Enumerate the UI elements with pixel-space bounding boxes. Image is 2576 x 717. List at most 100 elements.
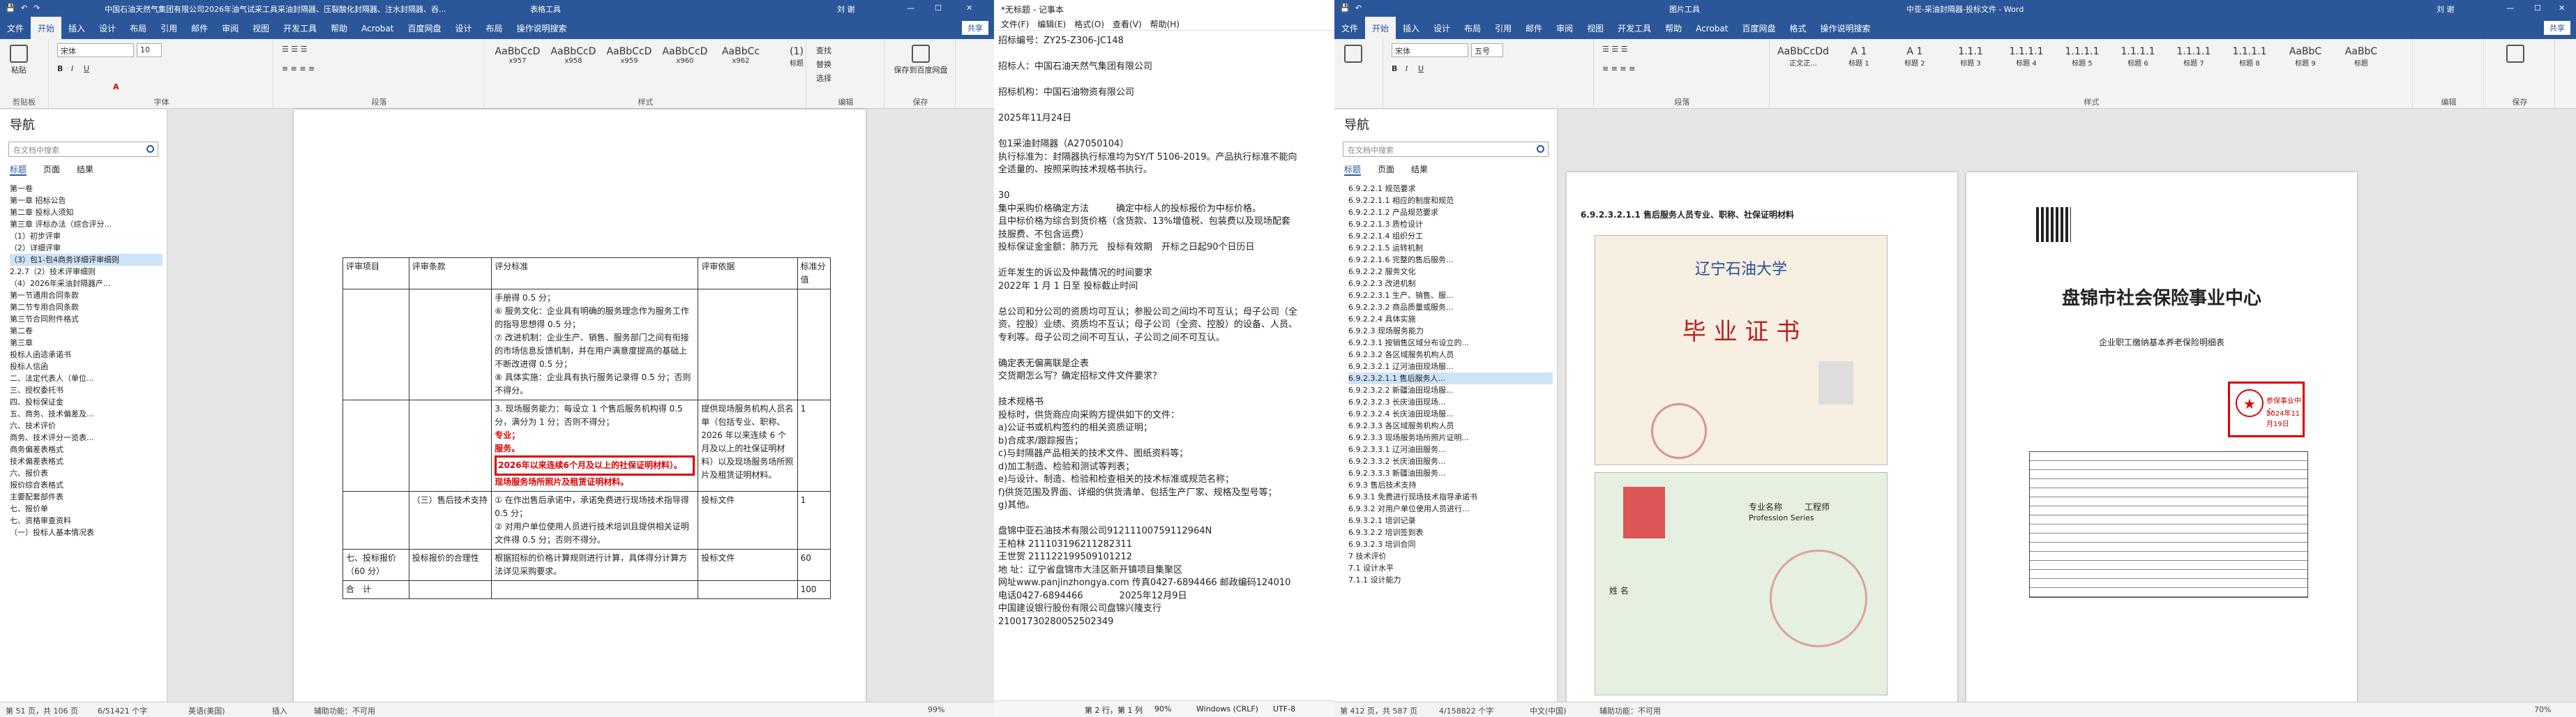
tab-11[interactable]: Acrobat [354,18,400,39]
tab-8[interactable]: 视图 [1580,17,1611,40]
nav-item[interactable]: 6.9.3.2.2 培训签到表 [1348,527,1553,538]
insert-mode[interactable]: 插入 [272,705,287,716]
nav-tab-2[interactable]: 结果 [1411,165,1428,174]
nav-item[interactable]: 商务、技术评分一览表... [10,432,163,444]
underline-button[interactable]: U [84,64,89,73]
style-gallery-item[interactable]: 1.1.1.1 标题 5 [2056,46,2109,68]
nav-item[interactable]: 第三章 评标办法（综合评分... [10,218,163,230]
nav-item[interactable]: 六、报价表 [10,467,163,479]
notepad-menu-item[interactable]: 文件(F) [1001,20,1029,29]
undo-icon[interactable]: ↶ [21,3,27,13]
style-gallery-item[interactable]: AaBbCcD x960 [658,46,711,65]
style-gallery-item[interactable]: AaBbCcD x958 [547,46,600,65]
nav-item[interactable]: 第二章 投标人须知 [10,206,163,218]
nav-item[interactable]: 6.9.2.2.3.1 生产、销售、服... [1348,289,1553,301]
save-icon[interactable]: 💾 [6,3,15,13]
tab-3[interactable]: 设计 [92,17,123,40]
maximize-icon[interactable]: ☐ [935,3,942,13]
share-button[interactable]: 共享 [962,21,988,35]
tab-10[interactable]: 帮助 [324,17,354,40]
underline-button[interactable]: U [1418,64,1424,73]
nav-item[interactable]: 五、商务、技术偏差及... [10,408,163,420]
nav-item[interactable]: 6.9.2.3.3.2 长庆油田服务... [1348,455,1553,467]
tab-4[interactable]: 布局 [1457,17,1488,40]
style-gallery-item[interactable]: AaBbC 标题 [2335,46,2388,68]
nav-item[interactable]: 6.9.2.3.2.1.1 售后服务人... [1348,372,1553,384]
font-size-select[interactable]: 五号 [1471,43,1503,57]
undo-icon[interactable]: ↶ [1355,3,1362,13]
tab-0[interactable]: 文件 [1334,17,1365,40]
tab-1[interactable]: 开始 [31,17,62,40]
nav-item[interactable]: 6.9.2.2.1 规范要求 [1348,183,1553,195]
nav-item[interactable]: 6.9.2.2.1.2 产品规范要求 [1348,206,1553,218]
nav-item[interactable]: 第三节合同附件格式 [10,313,163,325]
select-button[interactable]: 选择 [816,73,831,84]
redo-icon[interactable]: ↷ [33,3,40,13]
nav-item[interactable]: 七、资格审查资料 [10,515,163,527]
tab-10[interactable]: 帮助 [1658,17,1689,40]
nav-item[interactable]: 6.9.3.2.3 培训合同 [1348,538,1553,550]
style-gallery-item[interactable]: 1.1.1.1 标题 6 [2111,46,2164,68]
style-gallery-item[interactable]: 1.1.1.1 标题 8 [2223,46,2276,68]
paste-button[interactable] [1344,45,1362,64]
word-count[interactable]: 6/51421 个字 [98,705,147,716]
nav-item[interactable]: 6.9.3.2.1 培训记录 [1348,515,1553,527]
nav-item[interactable]: 主要配套部件表 [10,491,163,503]
nav-item[interactable]: 6.9.3 售后技术支持 [1348,479,1553,491]
nav-item[interactable]: 6.9.2.2.3.2 商品质量或服务... [1348,301,1553,313]
notepad-menu-item[interactable]: 格式(O) [1074,20,1104,29]
tab-11[interactable]: Acrobat [1689,18,1735,39]
accessibility-status[interactable]: 辅助功能：不可用 [314,705,375,716]
word-count[interactable]: 4/158822 个字 [1439,705,1493,716]
user-name[interactable]: 刘 谢 [837,3,855,15]
tab-12[interactable]: 百度网盘 [400,17,448,40]
nav-item[interactable]: （一）投标人基本情况表 [10,527,163,538]
font-name-select[interactable]: 宋体 [57,43,134,57]
nav-item[interactable]: 商务偏差表格式 [10,444,163,455]
nav-item[interactable]: 6.9.2.2.1.6 完整的售后服务... [1348,254,1553,266]
save-icon[interactable]: 💾 [1340,3,1350,13]
nav-item[interactable]: 7.1 设计水平 [1348,562,1553,574]
nav-item[interactable]: 6.9.2.2.4 具体实施 [1348,313,1553,325]
nav-item[interactable]: 六、技术评价 [10,420,163,432]
nav-item[interactable]: （4）2026年采油封隔器产... [10,278,163,289]
close-icon[interactable]: ✕ [2559,3,2565,13]
nav-item[interactable]: 二、法定代表人（单位... [10,372,163,384]
nav-item[interactable]: 四、投标保证金 [10,396,163,408]
nav-item[interactable]: 第三章 [10,337,163,349]
tab-2[interactable]: 插入 [61,17,92,40]
notepad-menu-item[interactable]: 查看(V) [1113,20,1142,29]
nav-item[interactable]: 6.9.2.3.3.1 辽河油田服务... [1348,444,1553,455]
style-gallery-item[interactable]: 1.1.1 标题 3 [1944,46,1997,68]
notepad-menu-item[interactable]: 帮助(H) [1150,20,1180,29]
nav-item[interactable]: 七、报价单 [10,503,163,515]
language[interactable]: 英语(美国) [188,705,225,716]
style-gallery-item[interactable]: AaBbCc x962 [714,46,767,65]
minimize-icon[interactable]: — [2506,3,2514,13]
accessibility-status[interactable]: 辅助功能：不可用 [1599,705,1661,716]
nav-tab-0[interactable]: 标题 [10,165,27,176]
style-gallery-item[interactable]: 1.1.1.1 标题 7 [2167,46,2220,68]
style-gallery-item[interactable]: A 1 标题 2 [1888,46,1941,68]
nav-item[interactable]: 三、授权委托书 [10,384,163,396]
nav-item[interactable]: 第一节通用合同条款 [10,289,163,301]
nav-item[interactable]: 6.9.2.3.3 各区域服务机构人员 [1348,420,1553,432]
tab-12[interactable]: 百度网盘 [1735,17,1782,40]
page-count[interactable]: 第 51 页，共 106 页 [6,705,78,716]
nav-tab-1[interactable]: 页面 [1378,165,1394,174]
page-count[interactable]: 第 412 页，共 587 页 [1340,705,1417,716]
bullets-icon[interactable]: ☰ ☰ ☰ [1602,45,1628,54]
font-size-select[interactable]: 10 [137,43,162,57]
zoom-level[interactable]: 70% [2534,705,2551,714]
nav-item[interactable]: 技术偏差表格式 [10,455,163,467]
tab-14[interactable]: 操作说明搜索 [1814,17,1878,40]
bold-button[interactable]: B [1392,64,1397,73]
bullets-icon[interactable]: ☰ ☰ ☰ [282,45,308,54]
tab-7[interactable]: 审阅 [1549,17,1580,40]
nav-item[interactable]: 6.9.2.3.3 现场服务场所照片证明... [1348,432,1553,444]
nav-item[interactable]: 6.9.2.3.1 按销售区域分布设立的... [1348,337,1553,349]
tab-6[interactable]: 邮件 [1519,17,1549,40]
nav-search-input[interactable]: 在文档中搜索 [8,142,158,157]
nav-item[interactable]: 6.9.3.1 免费进行现场技术指导承诺书 [1348,491,1553,503]
italic-button[interactable]: I [71,64,73,73]
